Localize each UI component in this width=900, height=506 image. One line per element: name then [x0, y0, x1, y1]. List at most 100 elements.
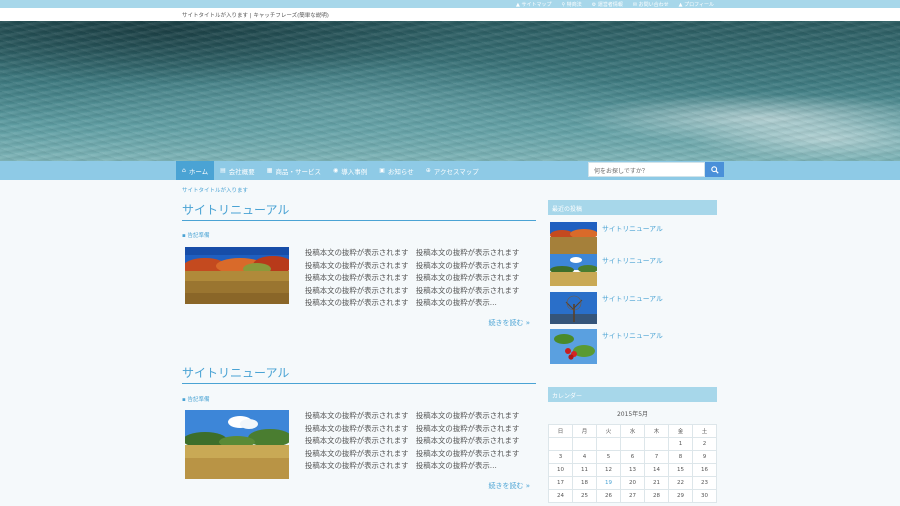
nav-item-label: お知らせ [387, 167, 414, 176]
autumn-field-photo [183, 247, 293, 304]
post-thumbnail-summer-field[interactable] [183, 410, 292, 479]
post-category[interactable]: ▪ 告記準備 [182, 395, 210, 403]
nav-item-label: 商品・サービス [275, 167, 321, 176]
excerpt-line: 投稿本文の抜粋が表示されます 投稿本文の抜粋が表示... [305, 461, 497, 470]
post-card: サイトリニューアル ▪ 告記準備 投稿本文の抜粋が表示されます 投稿本文の抜粋が… [182, 201, 536, 331]
calendar-day-cell: 21 [644, 476, 669, 490]
excerpt-line: 投稿本文の抜粋が表示されます 投稿本文の抜粋が表示されます [305, 423, 520, 433]
calendar-week-row: 3456789 [548, 450, 717, 464]
calendar-day-cell: 27 [620, 489, 645, 503]
calendar-day-cell: 2 [692, 437, 717, 451]
utility-link-label: プロフィール [684, 1, 714, 8]
utility-link-sitemap[interactable]: ▲ サイトマップ [516, 1, 551, 8]
utility-link-contact[interactable]: ✉ お問い合わせ [633, 1, 669, 8]
nav-item-products[interactable]: ▦ 商品・サービス [261, 161, 327, 180]
calendar-day-cell: 14 [644, 463, 669, 477]
calendar-weekday-row: 日 月 火 水 木 金 土 [548, 424, 717, 438]
calendar-empty-cell [644, 437, 669, 451]
calendar-day-cell: 15 [668, 463, 693, 477]
recent-post-item[interactable]: サイトリニューアル [550, 222, 710, 254]
calendar-day-cell: 22 [668, 476, 693, 490]
utility-link-label: 特商法 [566, 1, 582, 8]
calendar-day-cell: 20 [620, 476, 645, 490]
utility-link-law[interactable]: ⚲ 特商法 [561, 1, 581, 8]
post-category[interactable]: ▪ 告記準備 [182, 231, 210, 239]
post-title[interactable]: サイトリニューアル [182, 364, 536, 384]
utility-link-label: お問い合わせ [638, 1, 669, 8]
recent-post-title: サイトリニューアル [602, 332, 663, 340]
site-title[interactable]: サイトタイトルが入ります | キャッチフレーズ(簡単な説明) [182, 11, 329, 19]
calendar-day-cell: 16 [692, 463, 717, 477]
weekday-tue: 火 [596, 424, 621, 438]
utility-link-label: サイトマップ [521, 1, 552, 8]
nav-item-label: 会社概要 [228, 167, 255, 176]
calendar-day-cell: 12 [596, 463, 621, 477]
pin-icon: ◉ [332, 167, 339, 174]
excerpt-line: 投稿本文の抜粋が表示されます 投稿本文の抜粋が表示されます [305, 273, 520, 282]
read-more-link[interactable]: 続きを読む » [488, 318, 530, 328]
calendar-day-cell: 17 [548, 476, 573, 490]
excerpt-line: 投稿本文の抜粋が表示されます 投稿本文の抜粋が表示されます [305, 248, 520, 257]
calendar-day-cell: 11 [572, 463, 597, 477]
calendar-day-cell: 13 [620, 463, 645, 477]
recent-post-item[interactable]: サイトリニューアル [550, 254, 710, 286]
water-ripple-texture [0, 21, 900, 161]
calendar-week-row: 17 18 19 20 21 22 23 [548, 476, 717, 490]
calendar-day-cell: 9 [692, 450, 717, 464]
nav-item-label: 導入事例 [341, 167, 368, 176]
nav-item-access[interactable]: ⊕ アクセスマップ [420, 161, 485, 180]
post-thumbnail-autumn-field[interactable] [183, 247, 293, 304]
read-more-link[interactable]: 続きを読む » [488, 481, 530, 491]
calendar-caption: 2015年5月 [616, 411, 649, 418]
calendar-day-cell: 29 [668, 489, 693, 503]
top-utility-bar: ▲ サイトマップ ⚲ 特商法 ⚙ 運営者情報 ✉ お問い合わせ ▲ プロフィール [0, 0, 900, 8]
globe-icon: ⊕ [425, 167, 431, 174]
excerpt-line: 投稿本文の抜粋が表示されます 投稿本文の抜粋が表示されます [305, 448, 520, 458]
recent-post-title: サイトリニューアル [602, 295, 663, 303]
calendar-day-cell: 26 [596, 489, 621, 503]
global-nav-bar: ⌂ ホーム ▤ 会社概要 ▦ 商品・サービス ◉ 導入事例 ▣ お知らせ ⊕ ア… [0, 161, 900, 180]
utility-link-operator[interactable]: ⚙ 運営者情報 [592, 1, 623, 8]
search-button[interactable] [705, 162, 724, 177]
calendar-day-cell: 6 [620, 450, 645, 464]
post-title[interactable]: サイトリニューアル [182, 201, 536, 221]
calendar-day-cell[interactable]: 19 [596, 476, 621, 490]
folder-icon: ▪ [182, 397, 186, 403]
calendar-day-cell: 10 [548, 463, 573, 477]
nav-item-home[interactable]: ⌂ ホーム [176, 161, 215, 180]
utility-link-label: 運営者情報 [597, 1, 623, 8]
excerpt-line: 投稿本文の抜粋が表示されます 投稿本文の抜粋が表示されます [305, 436, 520, 445]
recent-post-item[interactable]: サイトリニューアル [550, 329, 710, 364]
calendar-day-cell: 3 [548, 450, 573, 464]
calendar-week-row: 24 25 26 27 28 29 30 [548, 489, 717, 503]
calendar-week-row: 10 11 12 13 14 15 16 [548, 463, 717, 477]
recent-post-item[interactable]: サイトリニューアル [550, 292, 710, 324]
calendar-day-cell: 8 [668, 450, 693, 464]
breadcrumb[interactable]: サイトタイトルが入ります [182, 186, 248, 194]
news-icon: ▣ [379, 167, 385, 174]
nav-item-label: ホーム [188, 167, 209, 176]
nav-item-news[interactable]: ▣ お知らせ [373, 161, 420, 180]
recent-thumb-autumn [550, 222, 597, 254]
excerpt-line: 投稿本文の抜粋が表示されます 投稿本文の抜粋が表示されます [305, 285, 520, 295]
search-input[interactable]: 何をお探しですか？ [588, 162, 705, 177]
calendar-empty-cell [572, 437, 597, 451]
post-excerpt: 投稿本文の抜粋が表示されます 投稿本文の抜粋が表示されます 投稿本文の抜粋が表示… [305, 410, 535, 473]
calendar-day-cell: 18 [572, 476, 597, 490]
utility-link-profile[interactable]: ▲ プロフィール [679, 1, 714, 8]
site-title-strip: サイトタイトルが入ります | キャッチフレーズ(簡単な説明) [0, 8, 900, 21]
calendar-day-cell: 25 [572, 489, 597, 503]
calendar-heading: カレンダー [548, 387, 717, 402]
calendar-table: 日 月 火 水 木 金 土 1 2 3 4 5 6 7 8 9 10 11 12 13 14 15 16 17 1… [548, 424, 717, 503]
global-nav: ⌂ ホーム ▤ 会社概要 ▦ 商品・サービス ◉ 導入事例 ▣ お知らせ ⊕ ア… [176, 161, 485, 180]
summer-field-photo [183, 410, 292, 479]
weekday-mon: 月 [572, 424, 597, 438]
nav-item-cases[interactable]: ◉ 導入事例 [327, 161, 373, 180]
nav-item-company[interactable]: ▤ 会社概要 [214, 161, 261, 180]
calendar-day-cell: 7 [644, 450, 669, 464]
calendar-day-cell: 4 [572, 450, 597, 464]
recent-post-title: サイトリニューアル [602, 225, 663, 233]
calendar-body: 1 2 3 4 5 6 7 8 9 10 11 12 13 14 15 16 17 18 19 20 21 22 23 24 2… [548, 437, 717, 503]
post-category-label: 告記準備 [187, 397, 210, 403]
calendar-empty-cell [596, 437, 621, 451]
